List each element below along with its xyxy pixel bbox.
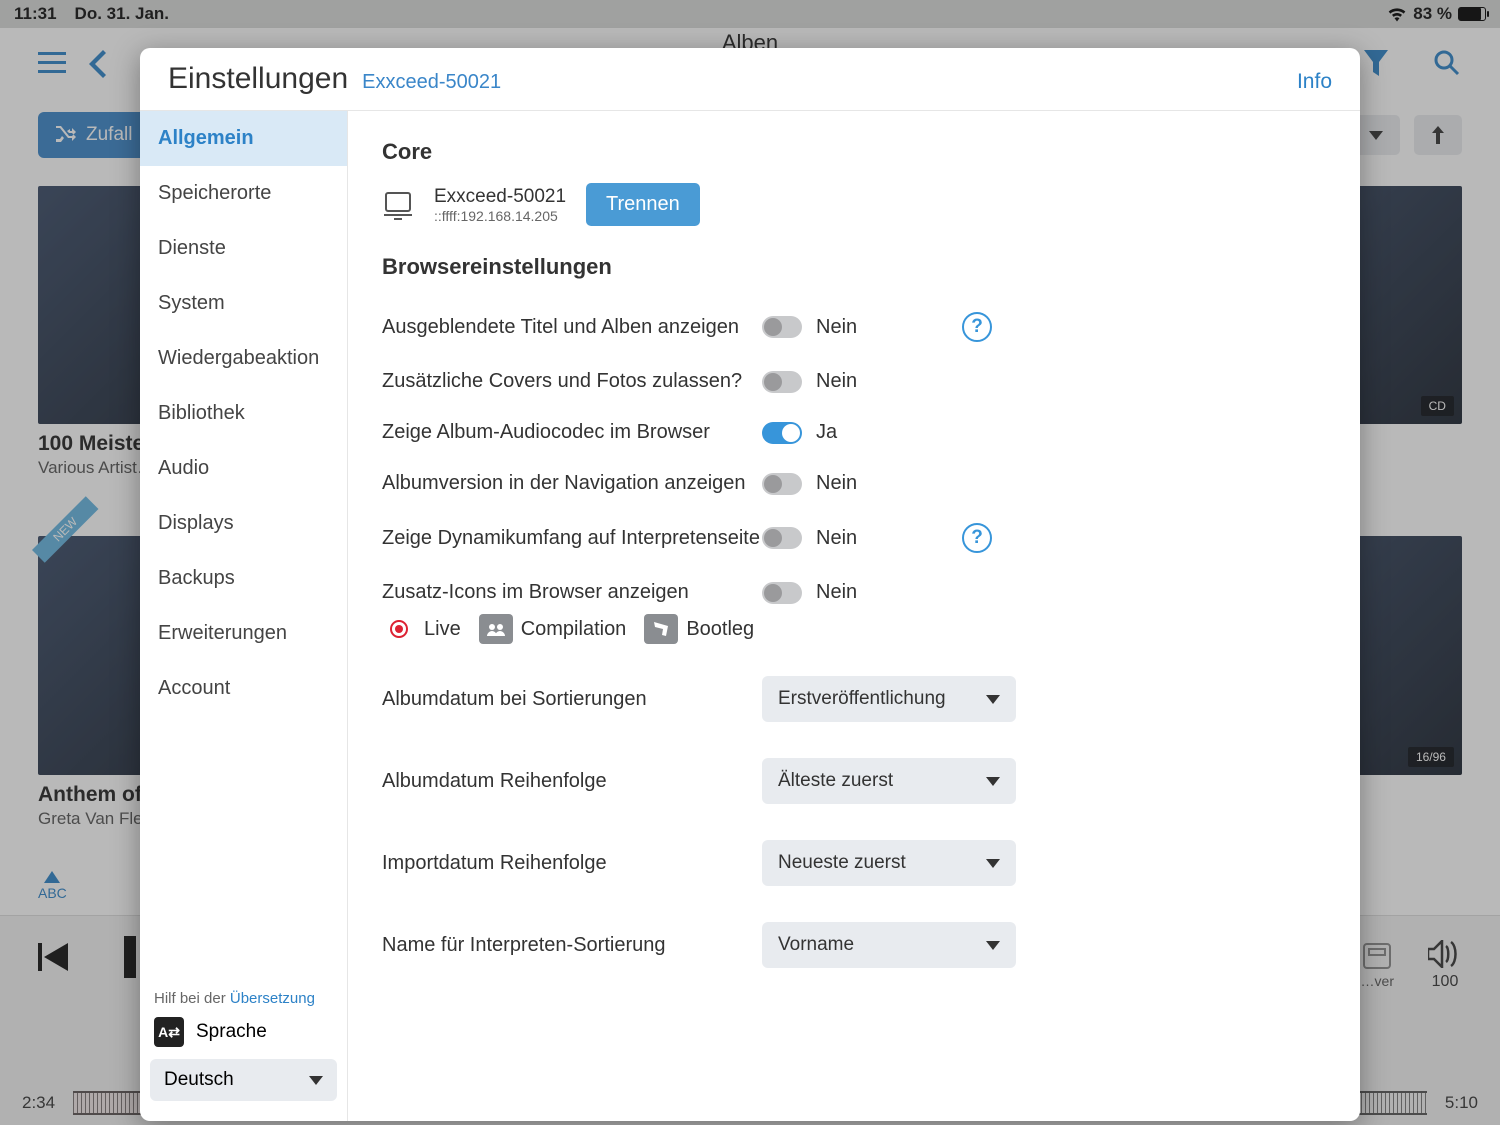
disconnect-button[interactable]: Trennen: [586, 183, 700, 226]
chevron-down-icon: [986, 777, 1000, 786]
select-dropdown[interactable]: Neueste zuerst: [762, 840, 1016, 886]
language-select[interactable]: Deutsch: [150, 1059, 337, 1101]
toggle-value: Nein: [816, 316, 857, 339]
select-label: Importdatum Reihenfolge: [382, 852, 762, 875]
settings-sidebar: AllgemeinSpeicherorteDiensteSystemWieder…: [140, 111, 348, 1121]
modal-header: Einstellungen Exxceed-50021 Info: [140, 48, 1360, 111]
setting-label: Zeige Album-Audiocodec im Browser: [382, 421, 762, 444]
chevron-down-icon: [986, 941, 1000, 950]
select-dropdown[interactable]: Vorname: [762, 922, 1016, 968]
toggle[interactable]: [762, 422, 802, 444]
language-label: Sprache: [196, 1021, 267, 1043]
select-label: Name für Interpreten-Sortierung: [382, 934, 762, 957]
core-name: Exxceed-50021: [434, 186, 566, 208]
toggle-value: Nein: [816, 527, 857, 550]
translate-hint: Hilf bei der Übersetzung: [150, 986, 337, 1011]
language-icon: A⇄: [154, 1017, 184, 1047]
toggle[interactable]: [762, 527, 802, 549]
core-icon: [382, 189, 414, 221]
language-value: Deutsch: [164, 1069, 234, 1091]
setting-label: Albumversion in der Navigation anzeigen: [382, 472, 762, 495]
toggle[interactable]: [762, 371, 802, 393]
settings-modal: Einstellungen Exxceed-50021 Info Allgeme…: [140, 48, 1360, 1121]
toggle[interactable]: [762, 316, 802, 338]
core-address: ::ffff:192.168.14.205: [434, 208, 566, 224]
sidebar-item-dienste[interactable]: Dienste: [140, 221, 347, 276]
setting-label: Zeige Dynamikumfang auf Interpretenseite: [382, 527, 762, 550]
sidebar-item-displays[interactable]: Displays: [140, 496, 347, 551]
sidebar-item-bibliothek[interactable]: Bibliothek: [140, 386, 347, 441]
modal-title: Einstellungen: [168, 62, 348, 96]
toggle[interactable]: [762, 473, 802, 495]
sidebar-item-speicherorte[interactable]: Speicherorte: [140, 166, 347, 221]
sidebar-item-audio[interactable]: Audio: [140, 441, 347, 496]
select-dropdown[interactable]: Älteste zuerst: [762, 758, 1016, 804]
core-section-title: Core: [382, 139, 1326, 165]
select-value: Erstveröffentlichung: [778, 688, 946, 710]
sidebar-item-account[interactable]: Account: [140, 661, 347, 716]
compilation-icon: [479, 614, 513, 644]
modal-subtitle: Exxceed-50021: [362, 71, 501, 94]
icon-badge-live: Live: [382, 614, 461, 644]
select-value: Vorname: [778, 934, 854, 956]
info-link[interactable]: Info: [1297, 70, 1332, 94]
browser-icons-label: Zusatz-Icons im Browser anzeigen: [382, 581, 762, 604]
sidebar-item-wiedergabeaktion[interactable]: Wiedergabeaktion: [140, 331, 347, 386]
settings-content: Core Exxceed-50021 ::ffff:192.168.14.205…: [348, 111, 1360, 1121]
select-label: Albumdatum bei Sortierungen: [382, 688, 762, 711]
select-dropdown[interactable]: Erstveröffentlichung: [762, 676, 1016, 722]
select-label: Albumdatum Reihenfolge: [382, 770, 762, 793]
icon-badge-bootleg: Bootleg: [644, 614, 754, 644]
browser-section-title: Browsereinstellungen: [382, 254, 1326, 280]
bootleg-icon: [644, 614, 678, 644]
sidebar-item-erweiterungen[interactable]: Erweiterungen: [140, 606, 347, 661]
setting-label: Zusätzliche Covers und Fotos zulassen?: [382, 370, 762, 393]
select-value: Älteste zuerst: [778, 770, 893, 792]
icon-badge-compilation: Compilation: [479, 614, 627, 644]
sidebar-item-backups[interactable]: Backups: [140, 551, 347, 606]
language-row: A⇄ Sprache: [150, 1011, 337, 1059]
setting-label: Ausgeblendete Titel und Alben anzeigen: [382, 316, 762, 339]
chevron-down-icon: [309, 1076, 323, 1085]
sidebar-item-allgemein[interactable]: Allgemein: [140, 111, 347, 166]
toggle-value: Ja: [816, 421, 837, 444]
browser-icons-value: Nein: [816, 581, 857, 604]
help-icon[interactable]: ?: [962, 523, 992, 553]
browser-icons-toggle[interactable]: [762, 582, 802, 604]
toggle-value: Nein: [816, 472, 857, 495]
translate-link[interactable]: Übersetzung: [230, 990, 315, 1007]
toggle-value: Nein: [816, 370, 857, 393]
select-value: Neueste zuerst: [778, 852, 906, 874]
live-icon: [382, 614, 416, 644]
chevron-down-icon: [986, 859, 1000, 868]
chevron-down-icon: [986, 695, 1000, 704]
sidebar-item-system[interactable]: System: [140, 276, 347, 331]
help-icon[interactable]: ?: [962, 312, 992, 342]
